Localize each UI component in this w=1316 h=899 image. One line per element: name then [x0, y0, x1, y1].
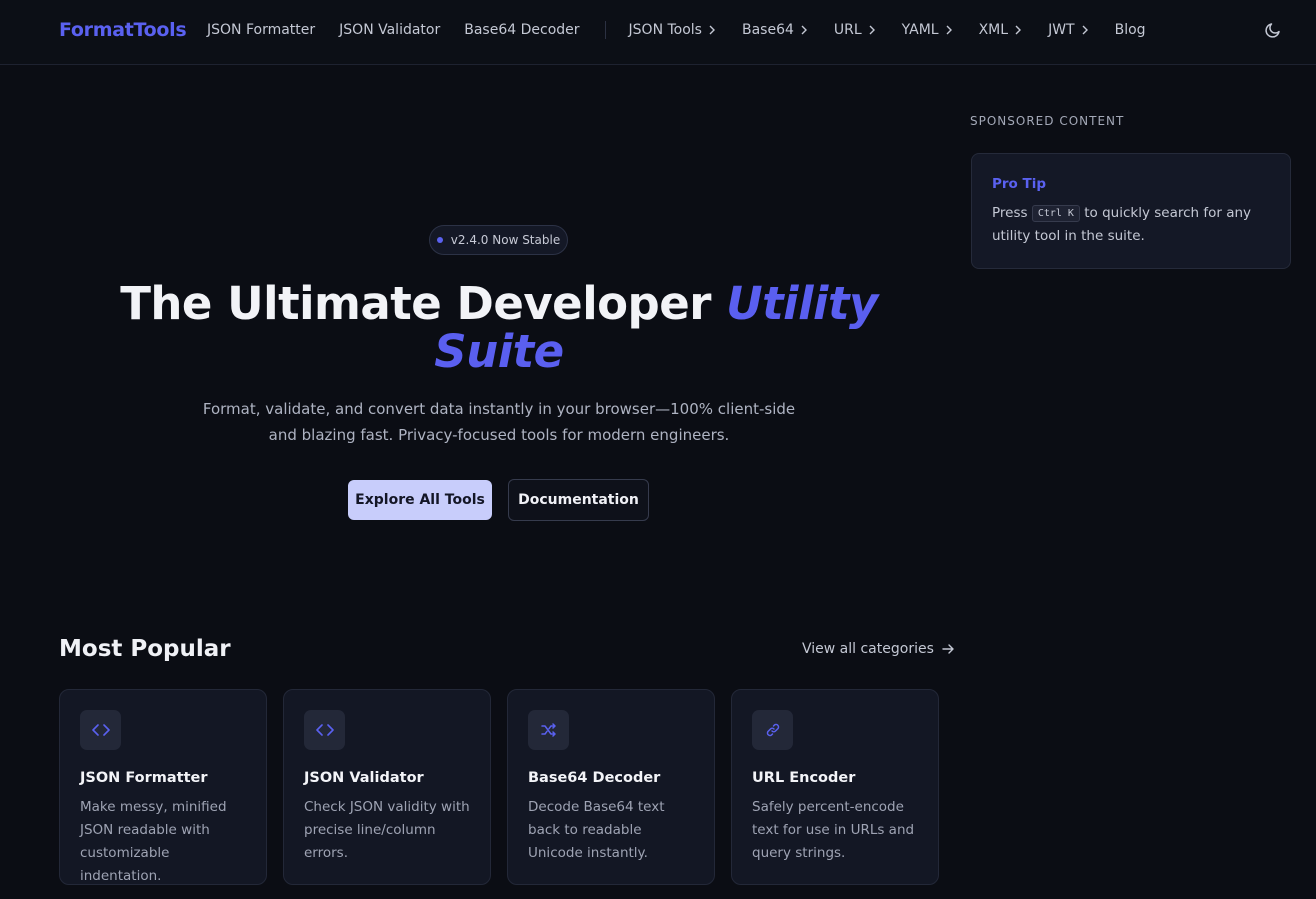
hero-title-accent-2: Suite [434, 325, 564, 378]
sponsored-content-label: SPONSORED CONTENT [970, 114, 1125, 128]
chevron-right-icon [946, 25, 952, 35]
tool-card-json-validator[interactable]: JSON Validator Check JSON validity with … [283, 689, 491, 885]
pro-tip-text: Press Ctrl K to quickly search for any u… [992, 202, 1282, 248]
nav-dropdown-label: XML [978, 22, 1009, 38]
nav-dropdown-yaml[interactable]: YAML [902, 22, 953, 38]
pro-tip-title: Pro Tip [992, 176, 1047, 192]
nav-link-blog[interactable]: Blog [1115, 22, 1146, 38]
tip-press-text: Press [992, 205, 1028, 221]
chevron-right-icon [801, 25, 807, 35]
chevron-right-icon [709, 25, 715, 35]
tool-card-url-encoder[interactable]: URL Encoder Safely percent-encode text f… [731, 689, 939, 885]
hero-subtitle: Format, validate, and convert data insta… [202, 400, 796, 444]
nav-link-json-formatter[interactable]: JSON Formatter [207, 22, 315, 38]
nav-link-base64-decoder[interactable]: Base64 Decoder [464, 22, 579, 38]
logo[interactable]: FormatTools [59, 19, 187, 41]
pro-tip-card: Pro Tip Press Ctrl K to quickly search f… [971, 153, 1291, 269]
link-icon [752, 710, 793, 750]
hero-title-main: The Ultimate Developer [120, 277, 727, 330]
nav-dropdown-label: URL [833, 22, 862, 38]
card-description: Safely percent-encode text for use in UR… [752, 799, 915, 861]
code-brackets-icon [80, 710, 121, 750]
status-dot-icon [436, 237, 443, 243]
nav-dropdown-json-tools[interactable]: JSON Tools [629, 22, 716, 38]
moon-icon[interactable] [1264, 21, 1282, 39]
version-badge: v2.4.0 Now Stable [429, 225, 568, 255]
shuffle-icon [528, 710, 569, 750]
nav-dropdown-label: JWT [1048, 22, 1075, 38]
arrow-right-icon [942, 644, 954, 654]
nav-dropdown-base64[interactable]: Base64 [742, 22, 808, 38]
tool-card-json-formatter[interactable]: JSON Formatter Make messy, minified JSON… [59, 689, 267, 885]
hero-title-accent: Utility [726, 277, 878, 330]
nav-dropdown-url[interactable]: URL [834, 22, 876, 38]
card-description: Decode Base64 text back to readable Unic… [528, 799, 665, 861]
card-title: URL Encoder [752, 770, 856, 786]
version-badge-label: v2.4.0 Now Stable [450, 233, 561, 247]
keyboard-shortcut: Ctrl K [1031, 205, 1080, 222]
card-title: JSON Validator [304, 770, 424, 786]
card-title: Base64 Decoder [528, 770, 661, 786]
card-description: Check JSON validity with precise line/co… [304, 799, 470, 861]
nav-dropdown-label: JSON Tools [628, 22, 702, 38]
tip-rest-text: to quickly search for any utility tool i… [992, 205, 1252, 244]
nav-dropdown-xml[interactable]: XML [979, 22, 1022, 38]
nav-link-json-validator[interactable]: JSON Validator [339, 22, 440, 38]
top-nav: FormatTools JSON Formatter JSON Validato… [0, 0, 1316, 65]
nav-links: JSON Formatter JSON Validator Base64 Dec… [207, 21, 1170, 39]
explore-all-tools-button[interactable]: Explore All Tools [348, 480, 492, 520]
tool-card-base64-decoder[interactable]: Base64 Decoder Decode Base64 text back t… [507, 689, 715, 885]
chevron-right-icon [869, 25, 875, 35]
chevron-right-icon [1015, 25, 1022, 35]
section-title-most-popular: Most Popular [59, 636, 231, 662]
view-all-categories-link[interactable]: View all categories [802, 641, 955, 657]
nav-divider [604, 21, 606, 39]
card-title: JSON Formatter [80, 770, 208, 786]
card-description: Make messy, minified JSON readable with … [80, 799, 227, 884]
code-brackets-icon [304, 710, 345, 750]
hero-title: The Ultimate Developer Utility Suite [120, 280, 878, 376]
documentation-button[interactable]: Documentation [508, 479, 649, 521]
nav-dropdown-jwt[interactable]: JWT [1048, 22, 1089, 38]
nav-dropdown-label: Base64 [741, 22, 794, 38]
nav-dropdown-label: YAML [901, 22, 939, 38]
view-all-label: View all categories [802, 641, 934, 657]
chevron-right-icon [1082, 25, 1088, 35]
